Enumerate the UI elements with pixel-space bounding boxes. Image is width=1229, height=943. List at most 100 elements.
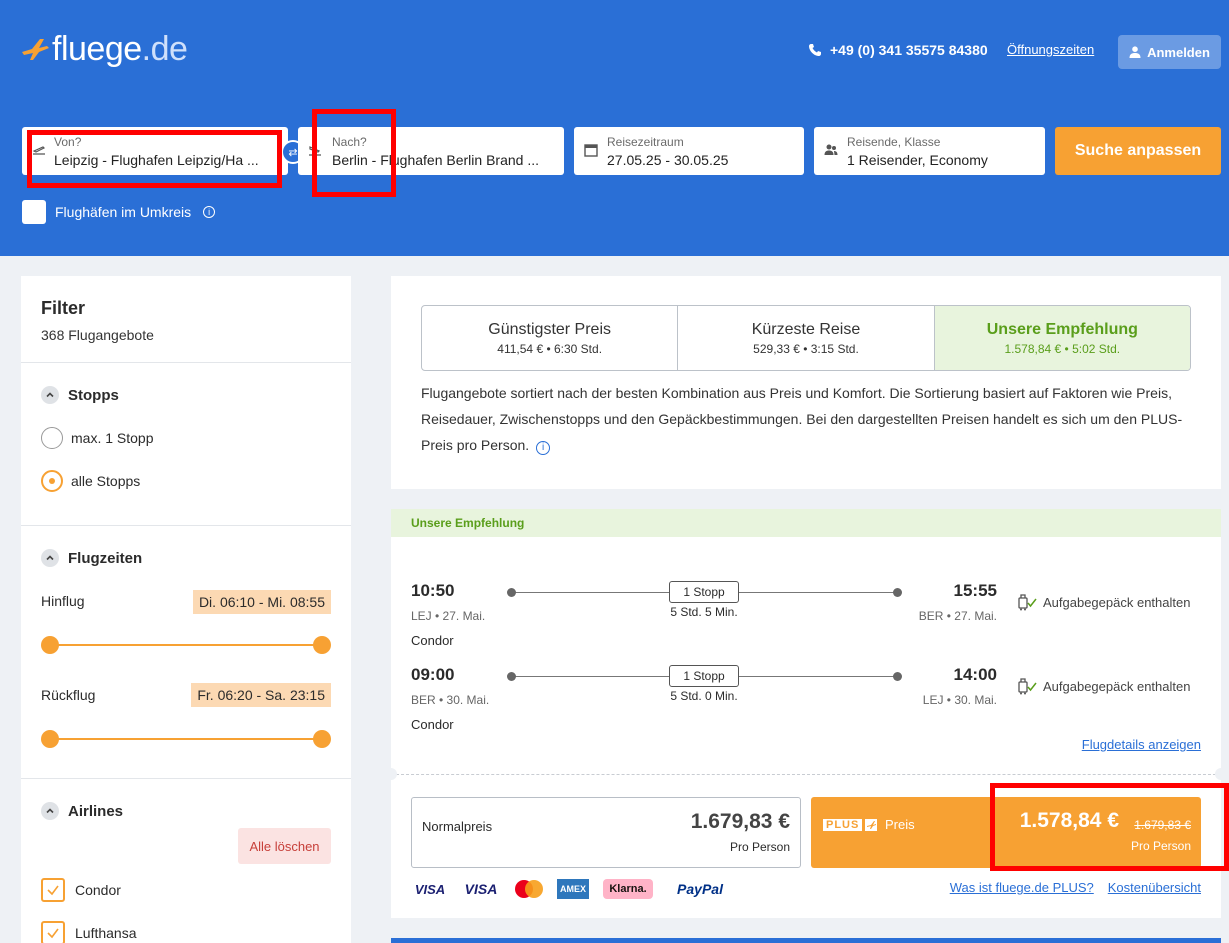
flight-times-section-toggle[interactable]: Flugzeiten — [41, 549, 142, 567]
return-label: Rückflug — [41, 687, 96, 703]
cost-overview-link[interactable]: Kostenübersicht — [1108, 880, 1201, 895]
annotation-box-from — [27, 130, 282, 188]
route-dot — [893, 672, 902, 681]
visa-electron-logo: VISA — [464, 881, 498, 897]
slider-handle-min[interactable] — [41, 730, 59, 748]
slider-handle-min[interactable] — [41, 636, 59, 654]
checkbox-box[interactable] — [22, 200, 46, 224]
checkmark-icon — [47, 885, 59, 896]
route-dot — [507, 672, 516, 681]
checkbox-checked[interactable] — [41, 921, 65, 943]
flight-duration: 5 Std. 0 Min. — [670, 689, 738, 703]
info-icon[interactable]: i — [203, 206, 216, 218]
baggage-info: Aufgabegepäck enthalten — [1017, 593, 1190, 611]
filter-sidebar: Filter 368 Flugangebote Stopps max. 1 St… — [21, 276, 351, 943]
amex-logo: AMEX — [557, 879, 589, 899]
footer-links: Was ist fluege.de PLUS? Kostenübersicht — [950, 880, 1201, 895]
fluege-logo[interactable]: fluege .de — [20, 30, 188, 69]
date-label: Reisezeitraum — [607, 135, 684, 149]
opening-hours-link[interactable]: Öffnungszeiten — [1007, 42, 1094, 57]
normal-price-label: Normalpreis — [422, 819, 493, 834]
info-icon[interactable]: i — [536, 441, 551, 455]
stops-option-all[interactable]: alle Stopps — [41, 470, 140, 492]
logo-tld-text: .de — [141, 30, 188, 68]
radio-circle-selected[interactable] — [41, 470, 63, 492]
annotation-box-to — [312, 109, 396, 197]
airline-name: Condor — [411, 633, 454, 648]
login-button[interactable]: Anmelden — [1118, 35, 1221, 69]
sort-tab-title: Günstigster Preis — [488, 320, 612, 338]
airline-checkbox-lufthansa[interactable]: Lufthansa — [41, 921, 137, 943]
departure-time: 10:50 — [411, 581, 455, 600]
stops-badge: 1 Stopp — [669, 665, 739, 687]
arrival-time: 14:00 — [953, 665, 997, 684]
flight-leg-return: 09:00 BER • 30. Mai. Condor 1 Stopp 5 St… — [411, 665, 1201, 745]
sort-panel: Günstigster Preis 411,54 € • 6:30 Std. K… — [391, 276, 1221, 489]
stops-option-label: max. 1 Stopp — [71, 430, 154, 446]
airlines-title: Airlines — [68, 802, 124, 820]
nearby-airports-checkbox[interactable]: Flughäfen im Umkreis i — [22, 200, 216, 224]
airlines-section-toggle[interactable]: Airlines — [41, 802, 123, 820]
card-notch — [385, 768, 397, 780]
stops-badge: 1 Stopp — [669, 581, 739, 603]
outbound-label: Hinflug — [41, 593, 85, 609]
luggage-check-icon — [1018, 594, 1037, 611]
travellers-label: Reisende, Klasse — [847, 135, 941, 149]
plus-logo: PLUS — [823, 819, 878, 831]
nearby-label: Flughäfen im Umkreis — [55, 204, 192, 220]
search-submit-button[interactable]: Suche anpassen — [1055, 127, 1221, 175]
flight-details-link[interactable]: Flugdetails anzeigen — [1082, 737, 1201, 752]
sort-tab-shortest[interactable]: Kürzeste Reise 529,33 € • 3:15 Std. — [678, 306, 935, 370]
slider-handle-max[interactable] — [313, 636, 331, 654]
what-is-plus-link[interactable]: Was ist fluege.de PLUS? — [950, 880, 1094, 895]
divider — [21, 778, 351, 779]
arrival-info: LEJ • 30. Mai. — [922, 693, 997, 707]
airline-checkbox-condor[interactable]: Condor — [41, 878, 121, 902]
divider — [21, 362, 351, 363]
phone-number: +49 (0) 341 35575 84380 — [830, 42, 988, 58]
flight-times-title: Flugzeiten — [68, 549, 143, 567]
plane-icon — [865, 819, 878, 831]
sort-tabs: Günstigster Preis 411,54 € • 6:30 Std. K… — [421, 305, 1191, 371]
plus-logo-text: PLUS — [823, 819, 863, 831]
user-icon — [1129, 46, 1141, 58]
route-dot — [893, 588, 902, 597]
airline-label: Lufthansa — [75, 925, 137, 941]
radio-circle[interactable] — [41, 427, 63, 449]
checkbox-checked[interactable] — [41, 878, 65, 902]
outbound-time-slider[interactable] — [41, 636, 331, 654]
annotation-box-price — [990, 783, 1229, 871]
slider-handle-max[interactable] — [313, 730, 331, 748]
mastercard-logo — [513, 879, 543, 899]
paypal-logo: PayPal — [677, 881, 723, 897]
normal-price-box[interactable]: Normalpreis 1.679,83 € Pro Person — [411, 797, 801, 868]
sort-tab-recommended[interactable]: Unsere Empfehlung 1.578,84 € • 5:02 Std. — [934, 306, 1190, 370]
divider — [21, 525, 351, 526]
next-card-edge — [391, 938, 1221, 943]
travellers-field[interactable]: Reisende, Klasse 1 Reisender, Economy — [814, 127, 1045, 175]
airline-label: Condor — [75, 882, 121, 898]
visa-logo: VISA — [414, 881, 446, 897]
hotline[interactable]: +49 (0) 341 35575 84380 — [808, 42, 988, 58]
return-time-slider[interactable] — [41, 730, 331, 748]
clear-airlines-button[interactable]: Alle löschen — [238, 828, 331, 864]
offer-count: 368 Flugangebote — [41, 327, 154, 343]
stops-option-max1[interactable]: max. 1 Stopp — [41, 427, 154, 449]
stops-section-toggle[interactable]: Stopps — [41, 386, 119, 404]
date-field[interactable]: Reisezeitraum 27.05.25 - 30.05.25 — [574, 127, 804, 175]
sort-tab-cheapest[interactable]: Günstigster Preis 411,54 € • 6:30 Std. — [422, 306, 679, 370]
sort-tab-sub: 1.578,84 € • 5:02 Std. — [1004, 341, 1121, 356]
airline-name: Condor — [411, 717, 454, 732]
date-value: 27.05.25 - 30.05.25 — [607, 152, 729, 168]
luggage-check-icon — [1018, 678, 1037, 695]
card-notch — [1215, 768, 1227, 780]
flight-duration: 5 Std. 5 Min. — [670, 605, 738, 619]
recommendation-banner: Unsere Empfehlung — [391, 509, 1221, 537]
baggage-label: Aufgabegepäck enthalten — [1043, 594, 1191, 610]
stops-option-label: alle Stopps — [71, 473, 141, 489]
filter-title: Filter — [41, 298, 86, 318]
checkmark-icon — [47, 928, 59, 939]
sort-tab-sub: 411,54 € • 6:30 Std. — [497, 341, 603, 356]
sort-tab-title: Unsere Empfehlung — [986, 320, 1138, 338]
sort-description: Flugangebote sortiert nach der besten Ko… — [421, 380, 1191, 458]
